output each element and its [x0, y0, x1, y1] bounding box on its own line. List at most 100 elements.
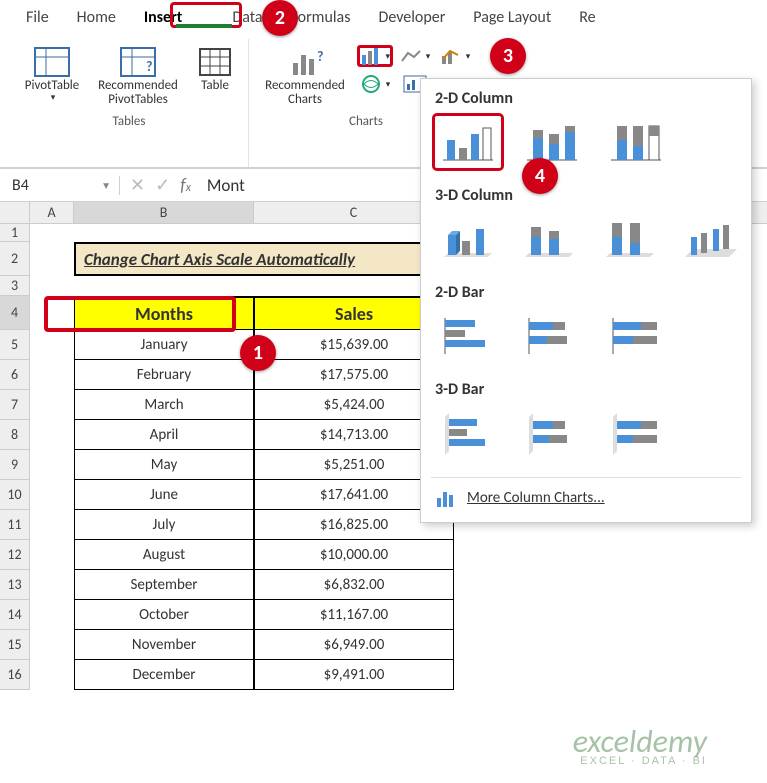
cell-month[interactable]: April: [74, 420, 254, 450]
cell-month[interactable]: March: [74, 390, 254, 420]
cell-month[interactable]: November: [74, 630, 254, 660]
clustered-column-option[interactable]: [435, 116, 501, 168]
more-link-label: More Column Charts...: [467, 489, 605, 507]
group-tables: PivotTable ▾ ? Recommended PivotTables T…: [10, 39, 249, 167]
rowhd-10[interactable]: 10: [0, 480, 30, 510]
callout-badge-1: 1: [240, 335, 276, 371]
recommended-charts-icon: ?: [285, 45, 325, 79]
recommended-pivots-label2: PivotTables: [108, 93, 168, 107]
title-cell[interactable]: Change Chart Axis Scale Automatically: [74, 242, 454, 276]
callout-badge-3: 3: [490, 38, 526, 74]
3d-100-stacked-column-option[interactable]: [597, 213, 660, 265]
cell-sales[interactable]: $9,491.00: [254, 660, 454, 690]
cell-month[interactable]: October: [74, 600, 254, 630]
table-label: Table: [201, 79, 229, 93]
recommended-pivottables-icon: ?: [118, 45, 158, 79]
clustered-bar-option[interactable]: [435, 310, 501, 362]
rowhd-2[interactable]: 2: [0, 242, 30, 276]
col-A[interactable]: A: [30, 202, 74, 223]
3d-clustered-bar-option[interactable]: [435, 407, 501, 459]
group-tables-label: Tables: [113, 110, 146, 131]
rowhd-13[interactable]: 13: [0, 570, 30, 600]
rowhd-5[interactable]: 5: [0, 330, 30, 360]
rowhd-7[interactable]: 7: [0, 390, 30, 420]
cell-sales[interactable]: $10,000.00: [254, 540, 454, 570]
more-column-charts-link[interactable]: More Column Charts...: [431, 480, 741, 512]
3d-100-stacked-bar-option[interactable]: [603, 407, 669, 459]
cell-sales[interactable]: $11,167.00: [254, 600, 454, 630]
3d-column-option[interactable]: [678, 213, 741, 265]
formula-bar-value[interactable]: Mont: [201, 175, 245, 196]
rowhd-15[interactable]: 15: [0, 630, 30, 660]
table-row: 16 December$9,491.00: [0, 660, 767, 690]
cancel-formula-icon[interactable]: ✕: [130, 174, 145, 196]
cell-sales[interactable]: $6,832.00: [254, 570, 454, 600]
header-months[interactable]: Months: [74, 296, 254, 330]
cell-month[interactable]: February: [74, 360, 254, 390]
3d-clustered-column-option[interactable]: [435, 213, 498, 265]
table-row: 14 October$11,167.00: [0, 600, 767, 630]
cell-month[interactable]: September: [74, 570, 254, 600]
name-box-value: B4: [12, 176, 29, 195]
cell-month[interactable]: May: [74, 450, 254, 480]
section-3d-column: 3-D Column: [435, 186, 741, 205]
watermark: exceldemy EXCEL · DATA · BI: [573, 722, 707, 767]
tab-insert[interactable]: Insert: [130, 4, 197, 33]
chart-type-dropdown: 2-D Column 3-D Column 2-D Bar: [420, 78, 752, 523]
cell-month[interactable]: July: [74, 510, 254, 540]
stacked-bar-option[interactable]: [519, 310, 585, 362]
rowhd-6[interactable]: 6: [0, 360, 30, 390]
rowhd-1[interactable]: 1: [0, 224, 30, 242]
100-stacked-column-option[interactable]: [603, 116, 669, 168]
rowhd-4[interactable]: 4: [0, 296, 30, 330]
pivottable-label: PivotTable: [25, 79, 80, 93]
cell-month[interactable]: December: [74, 660, 254, 690]
insert-line-chart-button[interactable]: ▾: [397, 45, 433, 67]
tab-review[interactable]: Re: [565, 4, 609, 33]
cell-month[interactable]: August: [74, 540, 254, 570]
rowhd-3[interactable]: 3: [0, 276, 30, 296]
chart-caret-icon: ▾: [385, 51, 390, 62]
3d-stacked-column-option[interactable]: [516, 213, 579, 265]
tab-developer[interactable]: Developer: [364, 4, 459, 33]
rowhd-8[interactable]: 8: [0, 420, 30, 450]
accept-formula-icon[interactable]: ✓: [155, 174, 170, 196]
pivottable-button[interactable]: PivotTable ▾: [16, 43, 88, 105]
cell-month[interactable]: January: [74, 330, 254, 360]
table-row: 15 November$6,949.00: [0, 630, 767, 660]
tab-home[interactable]: Home: [63, 4, 130, 33]
rowhd-16[interactable]: 16: [0, 660, 30, 690]
table-icon: [195, 45, 235, 79]
tab-file[interactable]: File: [12, 4, 63, 33]
table-row: 12 August$10,000.00: [0, 540, 767, 570]
rowhd-9[interactable]: 9: [0, 450, 30, 480]
tab-page-layout[interactable]: Page Layout: [459, 4, 565, 33]
pivottable-icon: [32, 45, 72, 79]
100-stacked-bar-option[interactable]: [603, 310, 669, 362]
rowhd-12[interactable]: 12: [0, 540, 30, 570]
fx-icon[interactable]: fx: [180, 174, 191, 196]
cell-sales[interactable]: $6,949.00: [254, 630, 454, 660]
section-3d-bar: 3-D Bar: [435, 380, 741, 399]
table-row: 13 September$6,832.00: [0, 570, 767, 600]
select-all-corner[interactable]: [0, 202, 30, 223]
table-button[interactable]: Table: [188, 43, 242, 95]
insert-map-chart-button[interactable]: ▾: [357, 73, 393, 95]
recommended-pivottables-button[interactable]: ? Recommended PivotTables: [90, 43, 186, 110]
svg-text:?: ?: [317, 48, 323, 65]
recommended-pivots-label1: Recommended: [98, 79, 178, 93]
rowhd-14[interactable]: 14: [0, 600, 30, 630]
watermark-tagline: EXCEL · DATA · BI: [573, 755, 707, 767]
insert-column-chart-button[interactable]: ▾: [357, 45, 393, 67]
3d-stacked-bar-option[interactable]: [519, 407, 585, 459]
insert-combo-chart-button[interactable]: ▾: [437, 45, 473, 67]
name-box[interactable]: B4 ▼: [0, 176, 120, 195]
rowhd-11[interactable]: 11: [0, 510, 30, 540]
cell-month[interactable]: June: [74, 480, 254, 510]
recommended-charts-button[interactable]: ? Recommended Charts: [255, 43, 355, 110]
recommended-charts-label1: Recommended: [265, 79, 345, 93]
col-B[interactable]: B: [74, 202, 254, 223]
recommended-charts-label2: Charts: [288, 93, 322, 107]
svg-text:?: ?: [146, 58, 153, 75]
callout-badge-4: 4: [522, 158, 558, 194]
